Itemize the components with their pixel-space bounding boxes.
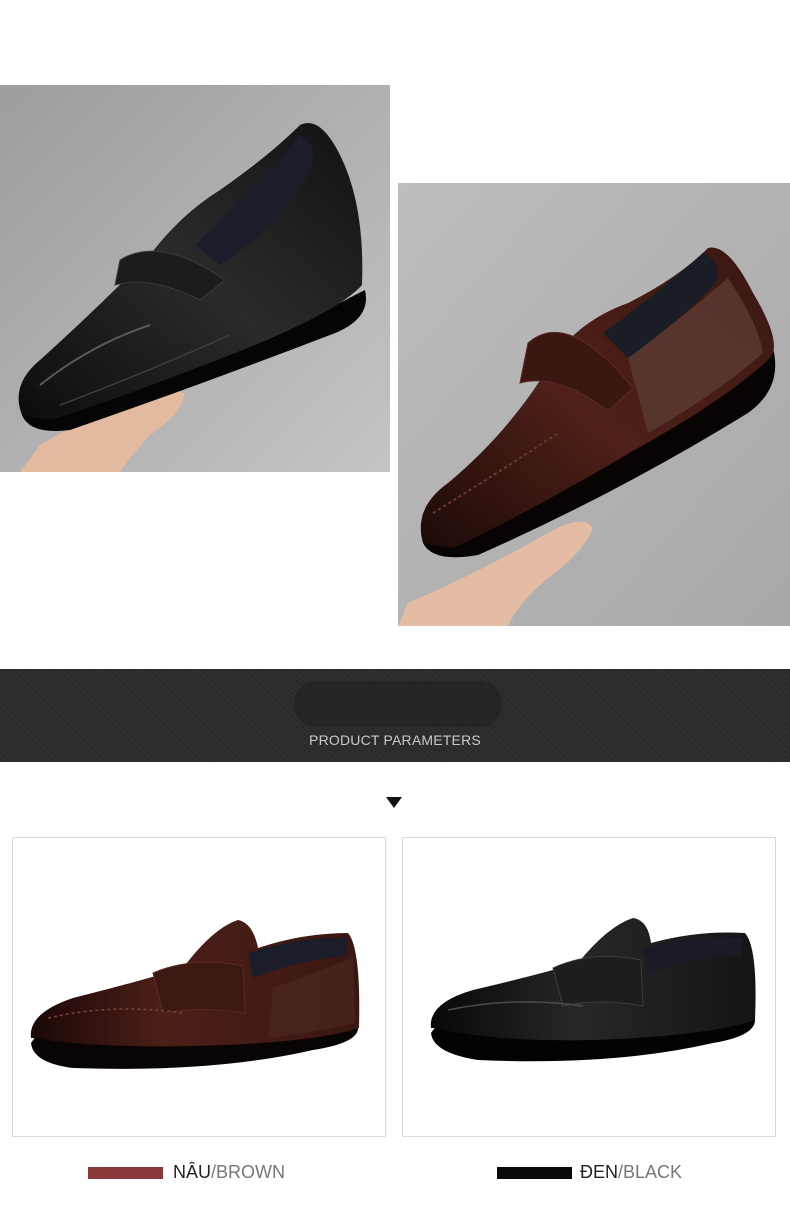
variant-label-brown: NÂU/BROWN: [173, 1162, 285, 1183]
product-photo-black-loafer: [0, 85, 390, 472]
variant-name-english: /BLACK: [618, 1162, 683, 1182]
banner-pill-decoration: [294, 681, 502, 727]
brown-loafer-side-image: [30, 920, 360, 1069]
variant-name-vietnamese: ĐEN: [580, 1162, 619, 1182]
variant-name-vietnamese: NÂU: [173, 1162, 212, 1182]
color-swatch-black: [497, 1167, 572, 1179]
banner-title: PRODUCT PARAMETERS: [309, 732, 481, 748]
black-loafer-image: [0, 85, 390, 472]
black-loafer-side-image: [430, 918, 756, 1062]
brown-loafer-image: [398, 183, 790, 626]
variant-label-black: ĐEN/BLACK: [580, 1162, 682, 1183]
product-parameters-banner: PRODUCT PARAMETERS: [0, 669, 790, 762]
color-swatch-brown: [88, 1167, 163, 1179]
variant-card-black: [402, 837, 776, 1137]
triangle-down-icon: [386, 797, 402, 808]
variant-card-brown: [12, 837, 386, 1137]
variant-name-english: /BROWN: [211, 1162, 286, 1182]
product-photo-brown-loafer: [398, 183, 790, 626]
